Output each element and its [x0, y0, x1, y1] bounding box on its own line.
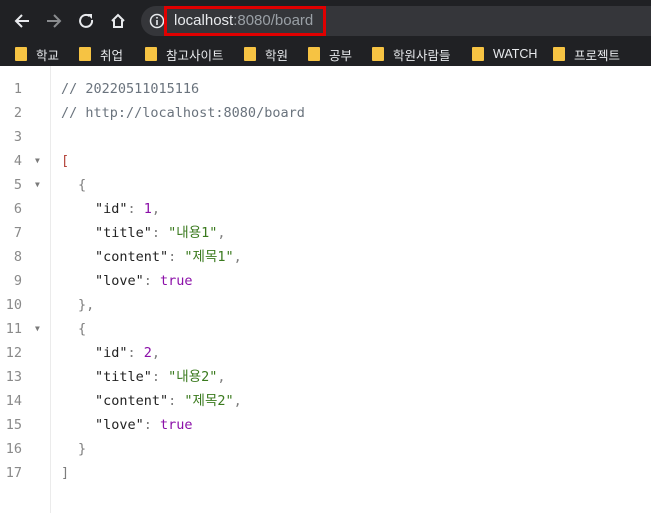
code-line: 10 }, [0, 293, 651, 317]
array-open-bracket: [ [61, 153, 70, 169]
reload-icon [79, 13, 94, 28]
line-number: 13 [5, 369, 22, 385]
bookmark-label: 학교 [36, 48, 60, 63]
bookmark-folder[interactable]: 취업 [79, 46, 124, 63]
arrow-left-icon [14, 14, 29, 28]
code-line: 8 "content": "제목1", [0, 245, 651, 269]
json-key: "title" [95, 369, 152, 385]
object-open-brace: { [78, 177, 87, 193]
code-line: 6 "id": 1, [0, 197, 651, 221]
bookmark-label: WATCH [493, 47, 538, 61]
line-number: 8 [13, 249, 22, 265]
line-number: 15 [5, 417, 22, 433]
code-line: 7 "title": "내용1", [0, 221, 651, 245]
line-number: 16 [5, 441, 22, 457]
line-number: 3 [13, 129, 22, 145]
object-close-brace: } [78, 441, 87, 457]
json-key: "love" [95, 273, 144, 289]
folder-icon [15, 47, 27, 61]
folder-icon [145, 47, 157, 61]
arrow-right-icon [47, 14, 62, 28]
code-line: 9 "love": true [0, 269, 651, 293]
json-key: "title" [95, 225, 152, 241]
json-boolean: true [160, 417, 193, 433]
folder-icon [244, 47, 256, 61]
code-line: 17 ] [0, 461, 651, 485]
bookmark-folder[interactable]: 학원 [244, 46, 289, 63]
object-close-brace: }, [78, 297, 95, 313]
bookmark-label: 학원사람들 [393, 48, 451, 63]
json-key: "content" [95, 393, 169, 409]
json-key: "content" [95, 249, 169, 265]
browser-toolbar: localhost:8080/board [0, 0, 651, 42]
code-line: 5 ▼ { [0, 173, 651, 197]
bookmark-label: 취업 [100, 48, 124, 63]
bookmark-folder[interactable]: 참고사이트 [145, 46, 224, 63]
code-line: 14 "content": "제목2", [0, 389, 651, 413]
home-icon [111, 13, 125, 28]
bookmarks-bar: 학교 취업 참고사이트 학원 공부 학원사람들 WATCH 프로젝트 [0, 42, 651, 66]
folder-icon [79, 47, 91, 61]
forward-button[interactable] [41, 8, 67, 34]
array-close-bracket: ] [61, 465, 70, 481]
line-number: 9 [13, 273, 22, 289]
line-number: 1 [13, 81, 22, 97]
bookmark-folder[interactable]: 공부 [308, 46, 353, 63]
back-button[interactable] [9, 8, 35, 34]
line-number: 2 [13, 105, 22, 121]
code-line: 2 // http://localhost:8080/board [0, 101, 651, 125]
line-number: 6 [13, 201, 22, 217]
json-boolean: true [160, 273, 193, 289]
bookmark-folder[interactable]: 학교 [15, 46, 60, 63]
line-number: 7 [13, 225, 22, 241]
bookmark-label: 학원 [265, 48, 289, 63]
json-key: "id" [95, 345, 128, 361]
code-line: 15 "love": true [0, 413, 651, 437]
json-key: "id" [95, 201, 128, 217]
code-line: 1 // 20220511015116 [0, 77, 651, 101]
folder-icon [308, 47, 320, 61]
bookmark-label: 참고사이트 [166, 48, 224, 63]
folder-icon [553, 47, 565, 61]
bookmark-label: 공부 [329, 48, 353, 63]
info-icon[interactable] [149, 13, 165, 29]
line-number: 5 [13, 177, 22, 193]
line-number: 17 [5, 465, 22, 481]
folder-icon [372, 47, 384, 61]
json-key: "love" [95, 417, 144, 433]
red-highlight-box [164, 6, 326, 36]
line-number: 12 [5, 345, 22, 361]
json-string: "내용2" [168, 369, 218, 385]
line-number: 11 [5, 321, 22, 337]
json-number: 1 [143, 201, 152, 217]
home-button[interactable] [105, 8, 131, 34]
reload-button[interactable] [73, 8, 99, 34]
json-viewer: 1 // 20220511015116 2 // http://localhos… [0, 66, 651, 513]
bookmark-label: 프로젝트 [574, 48, 621, 63]
comment-timestamp: // 20220511015116 [61, 81, 200, 97]
code-line: 12 "id": 2, [0, 341, 651, 365]
object-open-brace: { [78, 321, 87, 337]
fold-toggle-icon[interactable]: ▼ [35, 149, 40, 173]
json-string: "제목2" [184, 393, 234, 409]
comment-url: // http://localhost:8080/board [61, 105, 305, 121]
code-line: 16 } [0, 437, 651, 461]
json-string: "제목1" [184, 249, 234, 265]
code-line: 3 [0, 125, 651, 149]
fold-toggle-icon[interactable]: ▼ [35, 317, 40, 341]
bookmark-folder[interactable]: 학원사람들 [372, 46, 451, 63]
code-line: 13 "title": "내용2", [0, 365, 651, 389]
line-number: 4 [13, 153, 22, 169]
bookmark-folder[interactable]: 프로젝트 [553, 46, 621, 63]
bookmark-folder[interactable]: WATCH [472, 46, 537, 62]
folder-icon [472, 47, 484, 61]
code-line: 4 ▼ [ [0, 149, 651, 173]
fold-toggle-icon[interactable]: ▼ [35, 173, 40, 197]
json-string: "내용1" [168, 225, 218, 241]
code-line: 11 ▼ { [0, 317, 651, 341]
json-number: 2 [143, 345, 152, 361]
line-number: 14 [5, 393, 22, 409]
line-number: 10 [5, 297, 22, 313]
